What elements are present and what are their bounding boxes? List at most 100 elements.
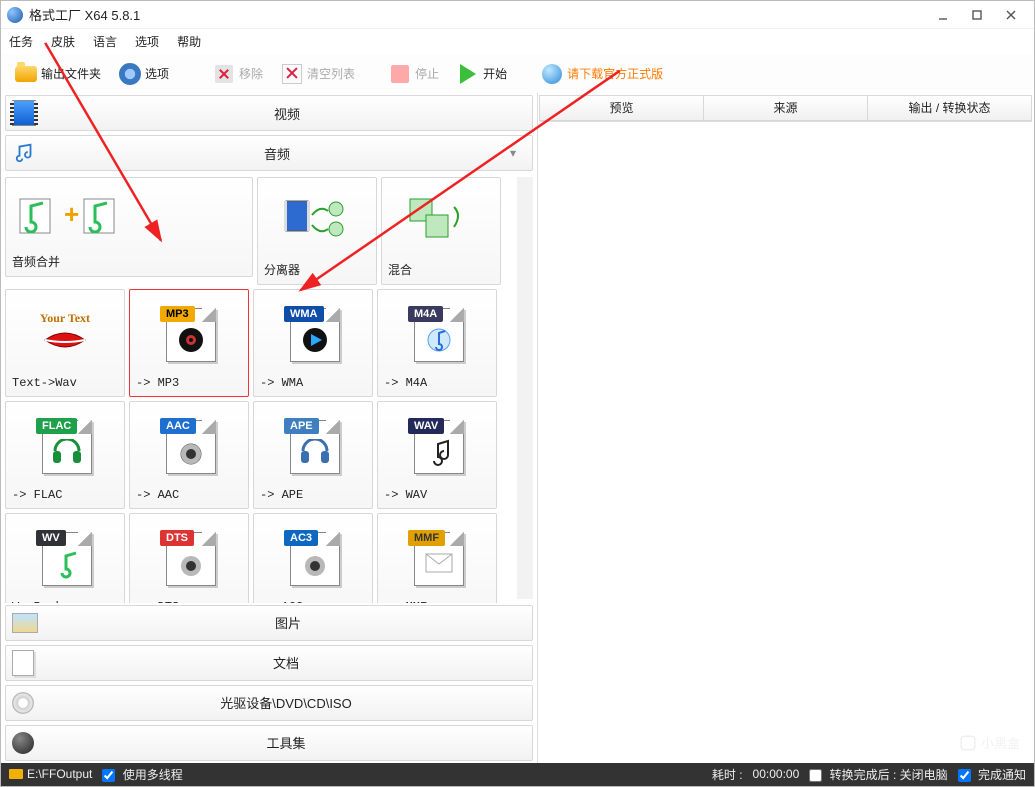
scrollbar[interactable] — [517, 177, 533, 599]
download-official-label: 请下载官方正式版 — [567, 65, 663, 82]
category-disc[interactable]: 光驱设备\DVD\CD\ISO — [5, 685, 533, 721]
status-elapsed-value: 00:00:00 — [753, 767, 800, 781]
output-folder-button[interactable]: 输出文件夹 — [9, 60, 107, 88]
stop-button[interactable]: 停止 — [383, 60, 445, 88]
maximize-button[interactable] — [960, 5, 994, 25]
app-icon — [7, 7, 23, 23]
after-done-checkbox[interactable] — [809, 769, 822, 782]
globe-icon — [542, 64, 562, 84]
wavpack-file-icon: WV — [36, 528, 94, 586]
status-notify[interactable]: 完成通知 — [958, 766, 1026, 783]
category-audio[interactable]: 音频 ▾ — [5, 135, 533, 171]
category-video-label: 视频 — [42, 104, 532, 123]
wav-file-icon: WAV — [408, 416, 466, 474]
category-audio-label: 音频 — [44, 144, 510, 163]
remove-button[interactable]: 移除 — [207, 60, 269, 88]
tile-flac[interactable]: FLAC -> FLAC — [5, 401, 125, 509]
tile-m4a[interactable]: M4A -> M4A — [377, 289, 497, 397]
svg-text:+: + — [64, 199, 79, 229]
statusbar: E:\FFOutput 使用多线程 耗时 : 00:00:00 转换完成后 : … — [1, 763, 1034, 786]
tile-splitter[interactable]: 分离器 — [257, 177, 377, 285]
tile-ape-label: -> APE — [260, 488, 303, 502]
tile-ape[interactable]: APE -> APE — [253, 401, 373, 509]
dts-file-icon: DTS — [160, 528, 218, 586]
folder-mini-icon — [9, 769, 23, 779]
status-multithread[interactable]: 使用多线程 — [102, 766, 182, 783]
tile-text-to-wav-label: Text->Wav — [12, 376, 77, 390]
download-official-link[interactable]: 请下载官方正式版 — [535, 60, 669, 88]
tile-mmf[interactable]: MMF -> MMF — [377, 513, 497, 603]
tile-text-to-wav[interactable]: Your Text Text->Wav — [5, 289, 125, 397]
tile-aac-label: -> AAC — [136, 488, 179, 502]
multithread-checkbox[interactable] — [102, 769, 115, 782]
wma-file-icon: WMA — [284, 304, 342, 362]
remove-label: 移除 — [239, 65, 263, 82]
start-button[interactable]: 开始 — [451, 60, 513, 88]
category-video[interactable]: 视频 — [5, 95, 533, 131]
menu-skin[interactable]: 皮肤 — [51, 33, 75, 50]
tile-mp3[interactable]: MP3 -> MP3 — [129, 289, 249, 397]
tile-wav-label: -> WAV — [384, 488, 427, 502]
category-image[interactable]: 图片 — [5, 605, 533, 641]
menu-lang[interactable]: 语言 — [93, 33, 117, 50]
tile-mmf-label: -> MMF — [384, 600, 427, 603]
col-preview[interactable]: 预览 — [539, 95, 704, 121]
ape-file-icon: APE — [284, 416, 342, 474]
chevron-down-icon: ▾ — [510, 146, 526, 160]
m4a-file-icon: M4A — [408, 304, 466, 362]
col-source[interactable]: 来源 — [703, 95, 868, 121]
notify-checkbox[interactable] — [958, 769, 971, 782]
tile-wavpack[interactable]: WV WavPack — [5, 513, 125, 603]
options-button[interactable]: 选项 — [113, 60, 175, 88]
menu-help[interactable]: 帮助 — [177, 33, 201, 50]
tile-mix[interactable]: 混合 — [381, 177, 501, 285]
clear-icon — [282, 64, 302, 84]
tile-mix-label: 混合 — [388, 261, 412, 278]
aac-file-icon: AAC — [160, 416, 218, 474]
clear-label: 清空列表 — [307, 65, 355, 82]
video-icon — [12, 100, 36, 126]
mp3-file-icon: MP3 — [160, 304, 218, 362]
start-label: 开始 — [483, 65, 507, 82]
watermark: 小黑盒 — [959, 733, 1020, 752]
image-icon — [12, 613, 38, 633]
tile-wma[interactable]: WMA -> WMA — [253, 289, 373, 397]
tile-aac[interactable]: AAC -> AAC — [129, 401, 249, 509]
minimize-button[interactable] — [926, 5, 960, 25]
window-title: 格式工厂 X64 5.8.1 — [29, 5, 140, 24]
tile-wavpack-label: WavPack — [12, 600, 62, 603]
audio-grid: + 音频合并 — [1, 173, 537, 603]
tile-ac3[interactable]: AC3 -> AC3 — [253, 513, 373, 603]
svg-text:Your Text: Your Text — [40, 311, 90, 325]
audio-icon — [12, 140, 38, 166]
flac-file-icon: FLAC — [36, 416, 94, 474]
mmf-file-icon: MMF — [408, 528, 466, 586]
play-icon — [460, 64, 476, 84]
menu-task[interactable]: 任务 — [9, 33, 33, 50]
tile-wav[interactable]: WAV -> WAV — [377, 401, 497, 509]
stop-label: 停止 — [415, 65, 439, 82]
menubar: 任务 皮肤 语言 选项 帮助 — [1, 29, 1034, 54]
status-after-done[interactable]: 转换完成后 : 关闭电脑 — [809, 766, 947, 783]
category-toolbox[interactable]: 工具集 — [5, 725, 533, 761]
tile-audio-merge[interactable]: + 音频合并 — [5, 177, 253, 277]
tile-wma-label: -> WMA — [260, 376, 303, 390]
tile-splitter-label: 分离器 — [264, 261, 300, 278]
tile-dts[interactable]: DTS -> DTS — [129, 513, 249, 603]
col-status[interactable]: 输出 / 转换状态 — [867, 95, 1032, 121]
menu-option[interactable]: 选项 — [135, 33, 159, 50]
status-output-path[interactable]: E:\FFOutput — [9, 767, 92, 781]
splitter-icon — [282, 184, 352, 255]
merge-icon: + — [12, 184, 132, 247]
category-toolbox-label: 工具集 — [40, 733, 532, 752]
ac3-file-icon: AC3 — [284, 528, 342, 586]
titlebar: 格式工厂 X64 5.8.1 — [1, 1, 1034, 29]
close-button[interactable] — [994, 5, 1028, 25]
category-document-label: 文档 — [40, 653, 532, 672]
folder-icon — [15, 66, 37, 82]
task-list-header: 预览 来源 输出 / 转换状态 — [540, 95, 1032, 122]
tile-audio-merge-label: 音频合并 — [12, 253, 60, 270]
clear-list-button[interactable]: 清空列表 — [275, 60, 361, 88]
gear-icon — [119, 63, 141, 85]
category-document[interactable]: 文档 — [5, 645, 533, 681]
